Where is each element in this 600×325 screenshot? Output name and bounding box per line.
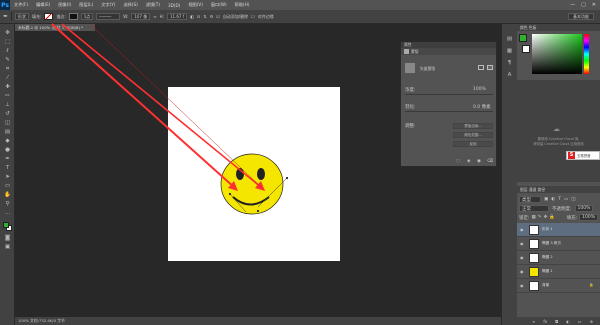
layer-row[interactable]: ◉ 形状 1	[517, 223, 600, 237]
layer-kind-select[interactable]: 类型	[519, 196, 541, 203]
adjust-label: 调整:	[405, 124, 416, 129]
eye-icon[interactable]: ◉	[520, 227, 526, 233]
status-bar: 100% 文档:732.4K/0 字节	[15, 317, 501, 325]
lock-pixels-icon[interactable]: ✎	[538, 215, 542, 220]
cloud-icon: ☁	[553, 125, 560, 133]
visibility-icon[interactable]: ◉	[477, 159, 481, 164]
eye-icon[interactable]: ◉	[520, 283, 526, 289]
layers-blend-row: 正常 不透明度: 100%	[519, 205, 598, 212]
layer-row[interactable]: ◉ 椭圆 2	[517, 251, 600, 265]
filter-pixel-icon[interactable]: ▣	[544, 197, 548, 202]
background-swatch[interactable]	[522, 45, 530, 53]
properties-tab-mask[interactable]: 蒙版	[401, 48, 496, 55]
lock-position-icon[interactable]: ✥	[544, 215, 548, 220]
new-layer-icon[interactable]: ⊕	[590, 319, 593, 324]
layer-thumbnail	[529, 267, 539, 277]
layer-name: 椭圆 1	[542, 269, 553, 273]
lock-all-icon[interactable]: 🔒	[549, 215, 555, 220]
blend-mode-select[interactable]: 正常	[519, 205, 549, 212]
mask-icon	[404, 49, 409, 54]
ime-label: 五笔拼音	[577, 154, 591, 158]
lock-label: 锁定:	[519, 215, 530, 221]
layer-thumbnail	[529, 225, 539, 235]
layer-name: 背景	[542, 283, 550, 287]
filter-type-icon[interactable]: T	[558, 197, 561, 202]
density-slider[interactable]	[405, 94, 493, 95]
collapsed-panel-column: ▤ ▦ ¶ A	[501, 24, 517, 325]
color-range-button[interactable]: 颜色范围...	[453, 132, 493, 138]
fill-input[interactable]: 100%	[579, 214, 598, 221]
link-layers-icon[interactable]: ∞	[532, 319, 535, 324]
layer-row[interactable]: ◉ 椭圆 1	[517, 265, 600, 279]
layer-row[interactable]: ◉ 椭圆 3 拷贝	[517, 237, 600, 251]
layer-thumbnail	[529, 239, 539, 249]
mask-icon[interactable]: ◘	[555, 319, 558, 324]
ime-bar[interactable]: S 五笔拼音	[566, 151, 600, 160]
vector-mask-label: 矢量蒙版	[420, 66, 436, 71]
lock-icon: 🔒	[589, 283, 594, 287]
filter-adjust-icon[interactable]: ◐	[551, 197, 555, 202]
trash-icon[interactable]: ⌫	[487, 159, 493, 164]
layer-thumbnail	[529, 253, 539, 263]
eye-icon[interactable]: ◉	[520, 255, 526, 261]
fill-label: 填充:	[566, 215, 578, 221]
pixel-mask-icon[interactable]	[478, 65, 484, 70]
fx-icon[interactable]: fx	[543, 319, 547, 324]
layers-panel-tabs[interactable]: 图层 通道 路径	[517, 186, 600, 193]
adjust-icon[interactable]: ◐	[566, 319, 570, 324]
layers-bottom-bar: ∞ fx ◘ ◐ ▭ ⊕ ⌫	[517, 317, 600, 325]
density-label: 浓度:	[405, 88, 416, 93]
libraries-panel: ☁ 要使用 Creative Cloud 库, 请安装 Creative Clo…	[517, 80, 600, 182]
library-message-line2: 请安装 Creative Cloud 应用程序	[533, 142, 584, 146]
filter-shape-icon[interactable]: ▭	[564, 197, 568, 202]
paragraph-icon[interactable]: ¶	[505, 60, 514, 67]
opacity-label: 不透明度:	[552, 206, 572, 212]
folder-icon[interactable]: ▭	[578, 319, 582, 324]
invert-button[interactable]: 反相	[453, 141, 493, 147]
eye-icon[interactable]: ◉	[520, 269, 526, 275]
load-selection-icon[interactable]: ◌	[456, 159, 460, 164]
hue-slider[interactable]	[584, 34, 589, 74]
density-value[interactable]: 100%	[473, 87, 486, 92]
foreground-swatch[interactable]	[519, 34, 527, 42]
color-panel-tabs[interactable]: 颜色 色板	[517, 24, 600, 31]
layer-thumbnail	[529, 281, 539, 291]
apply-mask-icon[interactable]: ◈	[467, 159, 470, 164]
lock-transparency-icon[interactable]: ▦	[532, 215, 536, 220]
layer-row[interactable]: ◉ 背景 🔒	[517, 279, 600, 293]
layers-lock-row: 锁定: ▦ ✎ ✥ 🔒 填充: 100%	[519, 214, 598, 221]
mask-thumbnail[interactable]	[405, 63, 415, 73]
history-icon[interactable]: ▤	[505, 36, 514, 43]
properties-panel: 属性 蒙版 矢量蒙版 浓度: 100% 羽化: 0.0 像素 调整: 蒙版边缘.…	[400, 41, 497, 167]
filter-smart-icon[interactable]: ◫	[571, 197, 575, 202]
layer-name: 椭圆 3 拷贝	[542, 241, 561, 245]
feather-label: 羽化:	[405, 105, 416, 110]
character-icon[interactable]: A	[505, 72, 514, 79]
eye-icon[interactable]: ◉	[520, 241, 526, 247]
layers-filter-row: 类型 ▣ ◐ T ▭ ◫	[519, 196, 598, 203]
opacity-input[interactable]: 100%	[574, 205, 594, 212]
vector-mask-icon[interactable]	[487, 65, 493, 70]
smiley-right-eye	[257, 168, 265, 180]
feather-slider[interactable]	[405, 111, 493, 112]
mask-edge-button[interactable]: 蒙版边缘...	[453, 123, 493, 129]
layer-name: 椭圆 2	[542, 255, 553, 259]
properties-icon[interactable]: ▦	[505, 48, 514, 55]
feather-value[interactable]: 0.0 像素	[473, 104, 491, 110]
color-picker-field[interactable]	[532, 34, 582, 74]
layer-name: 形状 1	[542, 227, 553, 231]
ime-logo: S	[568, 152, 575, 159]
